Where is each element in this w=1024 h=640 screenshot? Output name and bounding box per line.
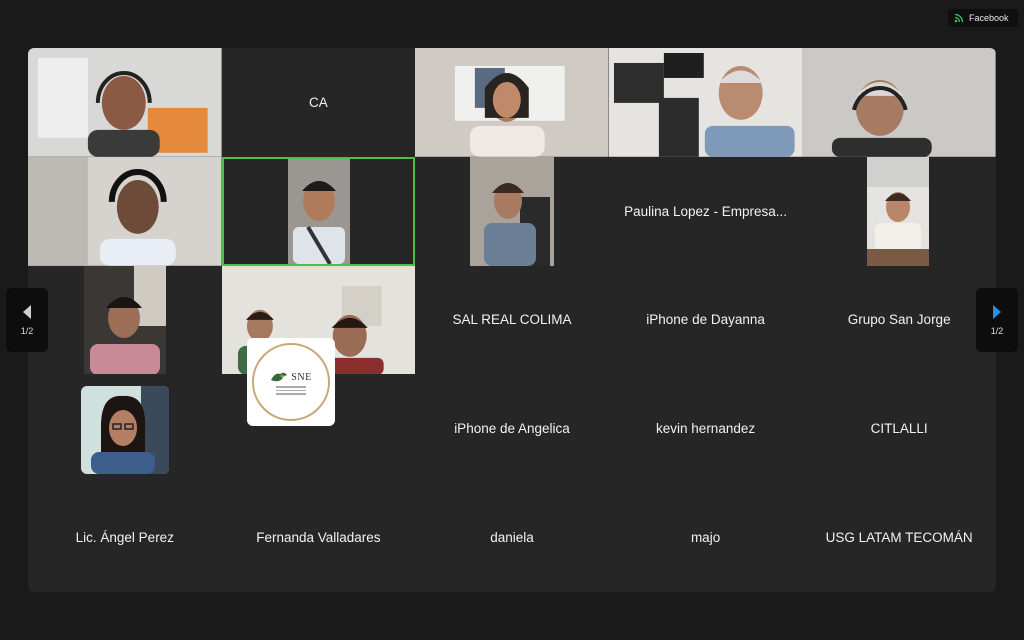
participant-tile[interactable]: iPhone de Angelica — [415, 374, 609, 483]
sne-logo-text: SNE — [291, 371, 312, 383]
participant-name: iPhone de Dayanna — [646, 312, 765, 328]
participant-name: Lic. Ángel Perez — [75, 530, 174, 546]
participant-name: Fernanda Valladares — [256, 530, 381, 546]
eagle-emblem-icon — [271, 372, 288, 382]
participant-tile[interactable]: Paulina Lopez - Empresa... — [609, 157, 803, 266]
participant-tile[interactable]: Lic. Ángel Perez — [28, 483, 222, 592]
participant-name: daniela — [490, 530, 534, 546]
participant-tile-video[interactable] — [28, 265, 222, 375]
participant-tile-active-speaker[interactable] — [221, 156, 416, 266]
participant-tile-avatar[interactable] — [28, 374, 222, 483]
facebook-live-badge[interactable]: Facebook — [948, 9, 1018, 27]
participant-tile-video[interactable] — [802, 48, 996, 157]
avatar — [81, 386, 169, 475]
participant-tile-video[interactable] — [415, 156, 609, 266]
page-indicator: 1/2 — [990, 326, 1004, 336]
participant-tile[interactable]: CITLALLI — [802, 374, 996, 483]
participant-gallery: CA Paulina Lopez - Empresa... SAL REAL C… — [28, 48, 996, 592]
participant-video — [28, 48, 222, 157]
participant-tile[interactable]: USG LATAM TECOMÁN — [802, 483, 996, 592]
chevron-left-icon — [23, 305, 31, 319]
participant-video — [470, 156, 555, 266]
participant-video — [28, 156, 222, 266]
broadcast-icon — [954, 13, 964, 23]
chevron-right-icon — [993, 305, 1001, 319]
participant-name: iPhone de Angelica — [454, 421, 570, 437]
participant-name: CA — [309, 94, 328, 110]
sne-logo-avatar: SNE — [247, 338, 335, 426]
previous-page-button[interactable]: 1/2 — [6, 288, 48, 352]
participant-tile-video[interactable] — [415, 48, 609, 157]
participant-video — [608, 48, 803, 157]
participant-video — [802, 48, 996, 157]
facebook-label: Facebook — [969, 13, 1009, 23]
participant-tile-video[interactable] — [608, 48, 803, 157]
participant-tile-video[interactable] — [802, 156, 996, 266]
participant-name: SAL REAL COLIMA — [452, 312, 572, 328]
participant-name: CITLALLI — [870, 421, 928, 437]
page-indicator: 1/2 — [20, 326, 34, 336]
participant-video — [84, 265, 166, 375]
sne-logo: SNE — [252, 343, 330, 421]
participant-video — [287, 158, 350, 264]
participant-tile-video[interactable] — [28, 48, 222, 157]
participant-name: USG LATAM TECOMÁN — [825, 530, 973, 546]
participant-tile[interactable]: kevin hernandez — [609, 374, 803, 483]
participant-tile[interactable]: Fernanda Valladares — [222, 483, 416, 592]
participant-video — [867, 156, 930, 266]
participant-tile[interactable]: majo — [609, 483, 803, 592]
participant-video — [415, 48, 609, 157]
participant-name: kevin hernandez — [656, 421, 756, 437]
participant-tile[interactable]: Grupo San Jorge — [802, 266, 996, 375]
participant-name: majo — [690, 530, 721, 546]
participant-tile[interactable]: iPhone de Dayanna — [609, 266, 803, 375]
logo-subtitle-lines — [276, 384, 306, 395]
next-page-button[interactable]: 1/2 — [976, 288, 1018, 352]
participant-tile[interactable]: CA — [222, 48, 416, 157]
participant-name: Grupo San Jorge — [847, 312, 951, 328]
participant-tile[interactable]: daniela — [415, 483, 609, 592]
participant-tile-video[interactable] — [28, 156, 222, 266]
participant-tile[interactable]: SAL REAL COLIMA — [415, 266, 609, 375]
participant-name: Paulina Lopez - Empresa... — [624, 203, 787, 219]
